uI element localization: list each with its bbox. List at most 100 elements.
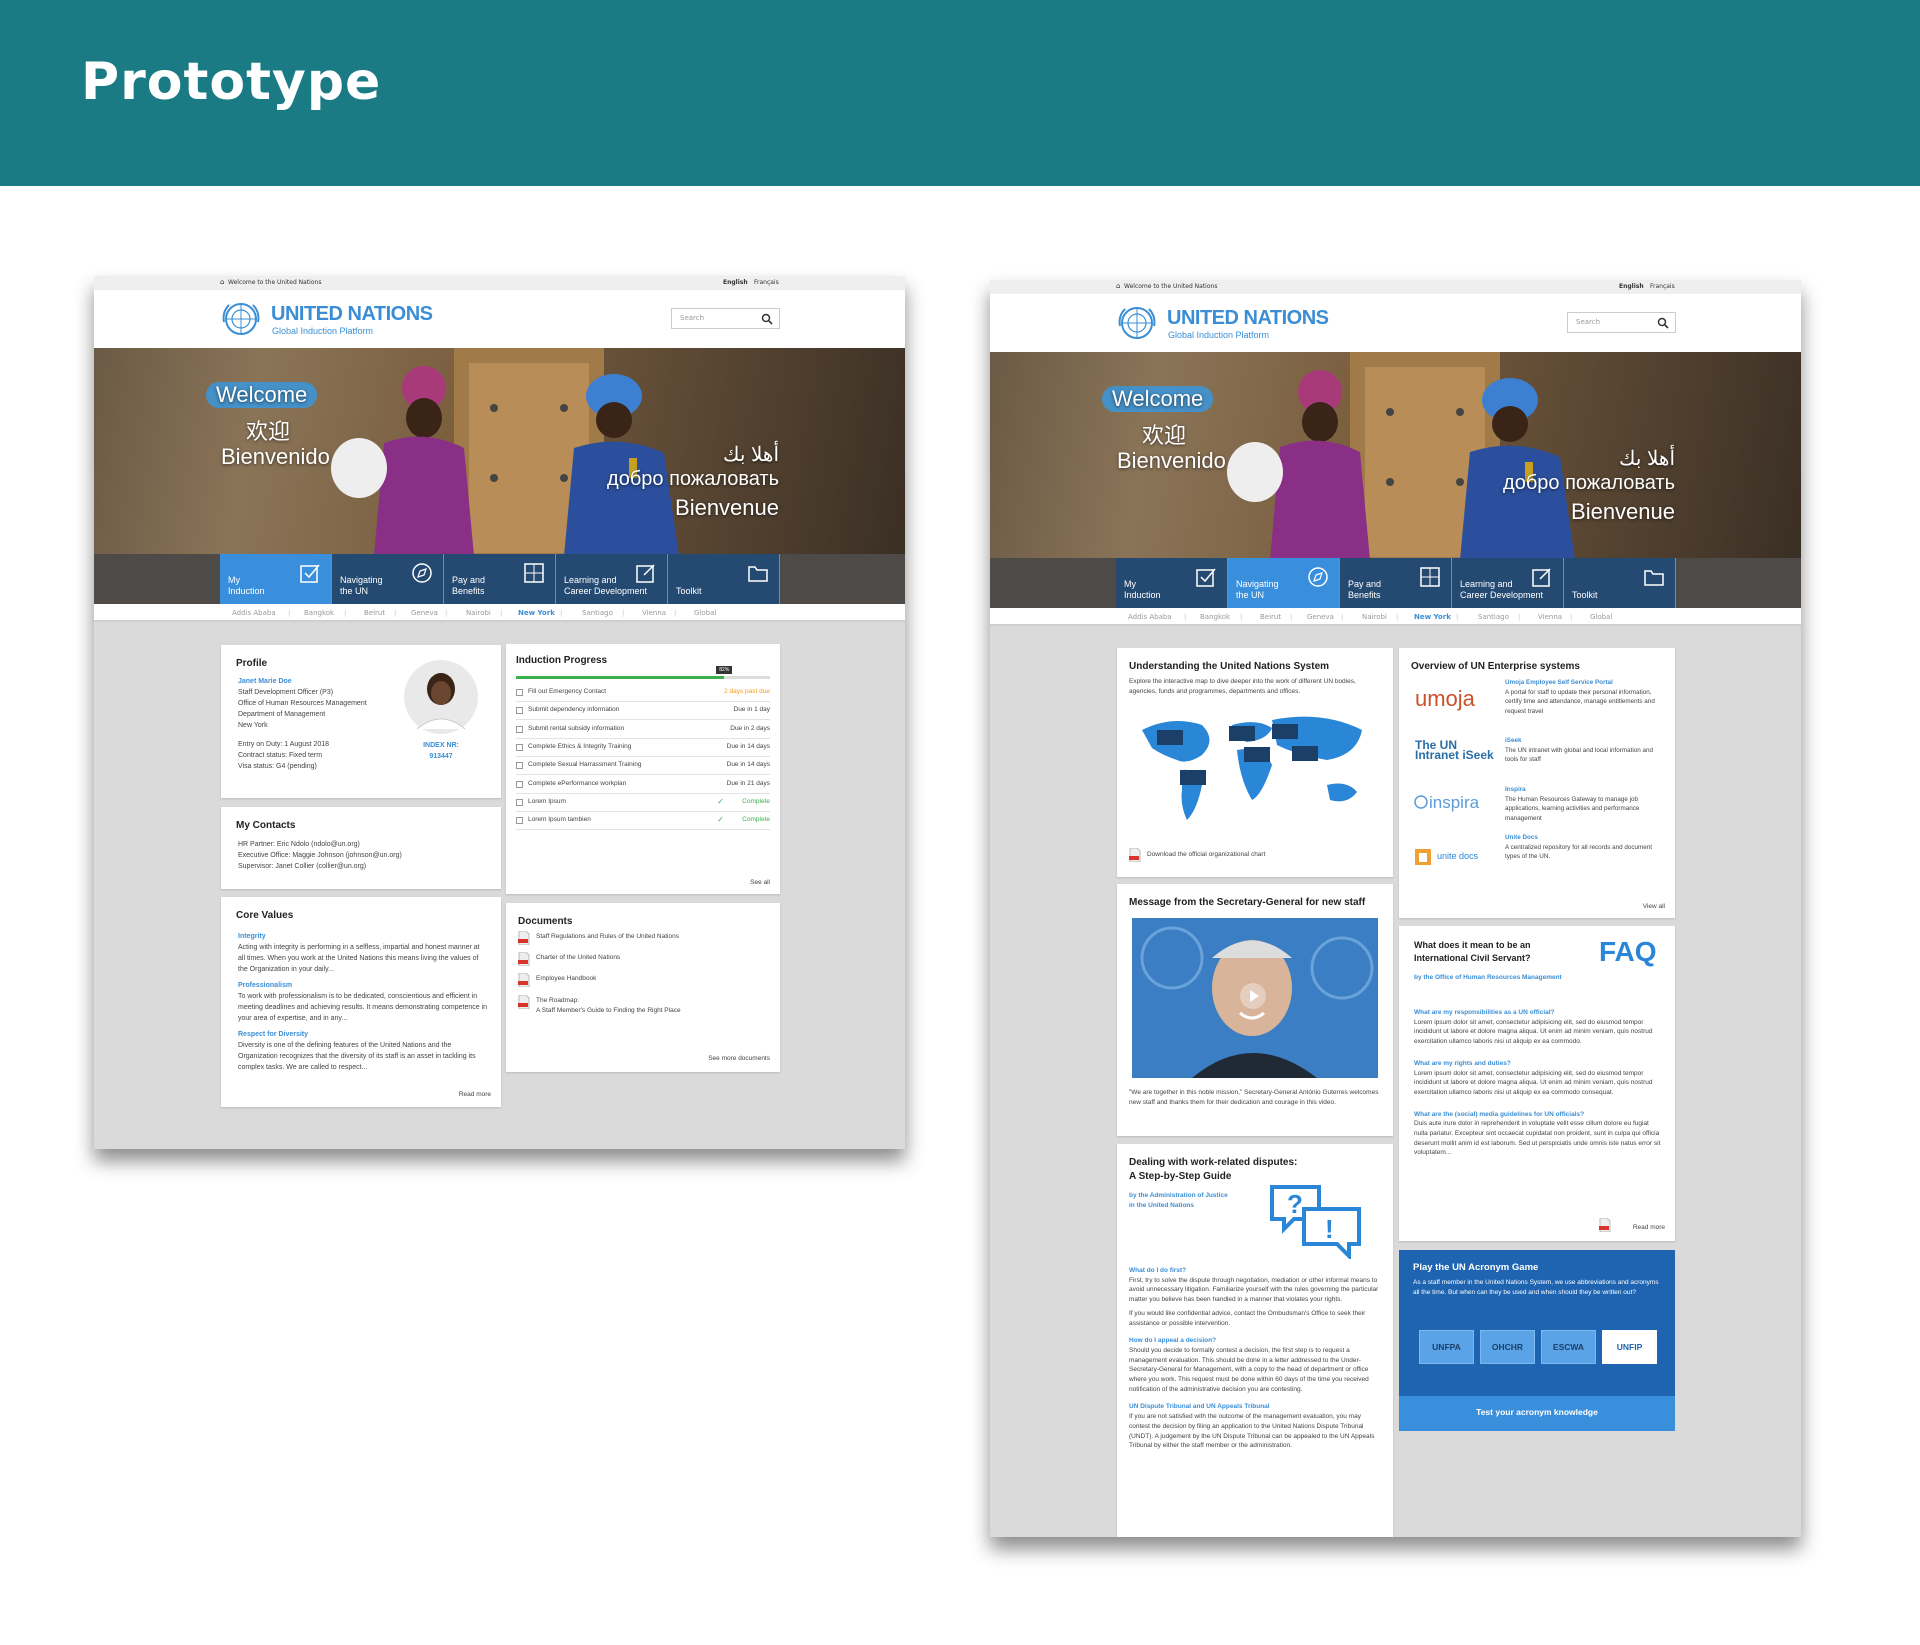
- dispute-q2[interactable]: How do I appeal a decision?: [1129, 1336, 1381, 1346]
- test-acronym-button[interactable]: Test your acronym knowledge: [1399, 1396, 1675, 1431]
- unite-docs-logo[interactable]: unite docs: [1437, 851, 1478, 861]
- tab-my-induction[interactable]: My Induction: [1116, 558, 1228, 608]
- city-bangkok[interactable]: Bangkok: [304, 609, 334, 617]
- city-santiago[interactable]: Santiago: [1478, 613, 1509, 621]
- document-link[interactable]: The Roadmap: A Staff Member's Guide to F…: [536, 996, 681, 1016]
- city-global[interactable]: Global: [1590, 613, 1612, 621]
- tab-pay-and-benefits[interactable]: Pay and Benefits: [1340, 558, 1452, 608]
- city-santiago[interactable]: Santiago: [582, 609, 613, 617]
- task-row[interactable]: Fill out Emergency Contact 2 days past du…: [516, 684, 770, 702]
- city-geneva[interactable]: Geneva: [411, 609, 438, 617]
- org-chart-download-link[interactable]: Download the official organizational cha…: [1147, 850, 1265, 860]
- city-new-york[interactable]: New York: [1414, 613, 1451, 621]
- city-beirut[interactable]: Beirut: [364, 609, 385, 617]
- value-professionalism-heading[interactable]: Professionalism: [238, 980, 488, 991]
- acronym-chip[interactable]: UNFIP: [1602, 1330, 1657, 1364]
- acronym-chip[interactable]: ESCWA: [1541, 1330, 1596, 1364]
- faq-question[interactable]: What are the (social) media guidelines f…: [1414, 1110, 1662, 1120]
- document-link[interactable]: Staff Regulations and Rules of the Unite…: [536, 932, 679, 942]
- dispute-q1[interactable]: What do I do first?: [1129, 1266, 1381, 1276]
- acronym-chip[interactable]: OHCHR: [1480, 1330, 1535, 1364]
- task-checkbox[interactable]: [516, 780, 523, 788]
- tab-toolkit[interactable]: Toolkit: [668, 554, 780, 604]
- tab-navigating-the-un[interactable]: Navigating the UN: [332, 554, 444, 604]
- see-more-documents-link[interactable]: See more documents: [708, 1055, 770, 1062]
- task-checkbox[interactable]: [516, 817, 523, 825]
- city-beirut[interactable]: Beirut: [1260, 613, 1281, 621]
- faq-read-more-link[interactable]: Read more: [1633, 1224, 1665, 1231]
- enterprise-item-link[interactable]: Unite Docs: [1505, 833, 1665, 843]
- lang-english[interactable]: English: [1619, 283, 1644, 290]
- world-map[interactable]: [1132, 710, 1378, 830]
- lang-english[interactable]: English: [723, 279, 748, 286]
- lang-french[interactable]: Français: [754, 279, 779, 286]
- enterprise-item-link[interactable]: Inspira: [1505, 785, 1665, 795]
- city-global[interactable]: Global: [694, 609, 716, 617]
- iseek-logo[interactable]: The UN Intranet iSeek: [1415, 739, 1500, 761]
- tab-my-induction[interactable]: My Induction: [220, 554, 332, 604]
- faq-question[interactable]: What are my rights and duties?: [1414, 1059, 1662, 1069]
- document-link[interactable]: Charter of the United Nations: [536, 953, 620, 963]
- city-vienna[interactable]: Vienna: [642, 609, 666, 617]
- city-new-york[interactable]: New York: [518, 609, 555, 617]
- task-checkbox[interactable]: [516, 689, 523, 696]
- faq-author[interactable]: by the Office of Human Resources Managem…: [1414, 972, 1562, 983]
- disputes-author[interactable]: by the Administration of Justice in the …: [1129, 1191, 1259, 1211]
- contact-supervisor[interactable]: Supervisor: Janet Collier (collier@un.or…: [238, 861, 402, 872]
- search-icon[interactable]: [1657, 317, 1669, 329]
- city-addis-ababa[interactable]: Addis Ababa: [1128, 613, 1172, 621]
- profile-name[interactable]: Janet Marie Doe: [238, 676, 398, 687]
- task-checkbox[interactable]: [516, 762, 523, 770]
- un-emblem-icon[interactable]: [220, 300, 262, 338]
- task-checkbox[interactable]: [516, 707, 523, 715]
- task-row[interactable]: Lorem Ipsum Complete ✓: [516, 794, 770, 812]
- enterprise-item-link[interactable]: iSeek: [1505, 736, 1665, 746]
- task-checkbox[interactable]: [516, 743, 523, 751]
- home-icon[interactable]: ⌂: [220, 278, 224, 286]
- view-all-link[interactable]: View all: [1643, 903, 1665, 910]
- welcome-link[interactable]: Welcome to the United Nations: [1124, 283, 1217, 290]
- site-name[interactable]: UNITED NATIONS: [1167, 307, 1329, 330]
- un-emblem-icon[interactable]: [1116, 304, 1158, 342]
- task-checkbox[interactable]: [516, 798, 523, 806]
- city-bangkok[interactable]: Bangkok: [1200, 613, 1230, 621]
- tab-toolkit[interactable]: Toolkit: [1564, 558, 1676, 608]
- site-name[interactable]: UNITED NATIONS: [271, 303, 433, 326]
- city-nairobi[interactable]: Nairobi: [1362, 613, 1387, 621]
- task-row[interactable]: Complete ePerformance workplan Due in 21 …: [516, 776, 770, 794]
- task-row[interactable]: Lorem Ipsum tambien Complete ✓: [516, 812, 770, 831]
- welcome-link[interactable]: Welcome to the United Nations: [228, 279, 321, 286]
- faq-question[interactable]: What are my responsibilities as a UN off…: [1414, 1008, 1662, 1018]
- city-nairobi[interactable]: Nairobi: [466, 609, 491, 617]
- contact-executive-office[interactable]: Executive Office: Maggie Johnson (johnso…: [238, 850, 402, 861]
- play-icon[interactable]: [1239, 982, 1267, 1010]
- city-addis-ababa[interactable]: Addis Ababa: [232, 609, 276, 617]
- city-vienna[interactable]: Vienna: [1538, 613, 1562, 621]
- tab-learning-and-career[interactable]: Learning and Career Development: [1452, 558, 1564, 608]
- search-icon[interactable]: [761, 313, 773, 325]
- task-row[interactable]: Complete Sexual Harrassment Training Due …: [516, 757, 770, 776]
- task-row[interactable]: Submit rental subsidy information Due in …: [516, 721, 770, 739]
- search-input[interactable]: Search: [1567, 312, 1676, 333]
- read-more-link[interactable]: Read more: [459, 1091, 491, 1098]
- inspira-logo[interactable]: inspira: [1429, 793, 1479, 813]
- tab-navigating-the-un[interactable]: Navigating the UN: [1228, 558, 1340, 608]
- enterprise-item-link[interactable]: Umoja Employee Self Service Portal: [1505, 678, 1665, 688]
- task-row[interactable]: Submit dependency information Due in 1 da…: [516, 702, 770, 721]
- task-row[interactable]: Complete Ethics & Integrity Training Due …: [516, 739, 770, 757]
- home-icon[interactable]: ⌂: [1116, 282, 1120, 290]
- acronym-chip[interactable]: UNFPA: [1419, 1330, 1474, 1364]
- dispute-q3[interactable]: UN Dispute Tribunal and UN Appeals Tribu…: [1129, 1402, 1381, 1412]
- see-all-link[interactable]: See all: [750, 879, 770, 886]
- document-link[interactable]: Employee Handbook: [536, 974, 596, 984]
- tab-learning-and-career[interactable]: Learning and Career Development: [556, 554, 668, 604]
- search-input[interactable]: Search: [671, 308, 780, 329]
- value-integrity-heading[interactable]: Integrity: [238, 931, 488, 942]
- umoja-logo[interactable]: umoja: [1415, 686, 1495, 716]
- tab-pay-and-benefits[interactable]: Pay and Benefits: [444, 554, 556, 604]
- contact-hr-partner[interactable]: HR Partner: Eric Ndolo (ndolo@un.org): [238, 839, 402, 850]
- city-geneva[interactable]: Geneva: [1307, 613, 1334, 621]
- lang-french[interactable]: Français: [1650, 283, 1675, 290]
- task-checkbox[interactable]: [516, 725, 523, 733]
- value-diversity-heading[interactable]: Respect for Diversity: [238, 1029, 488, 1040]
